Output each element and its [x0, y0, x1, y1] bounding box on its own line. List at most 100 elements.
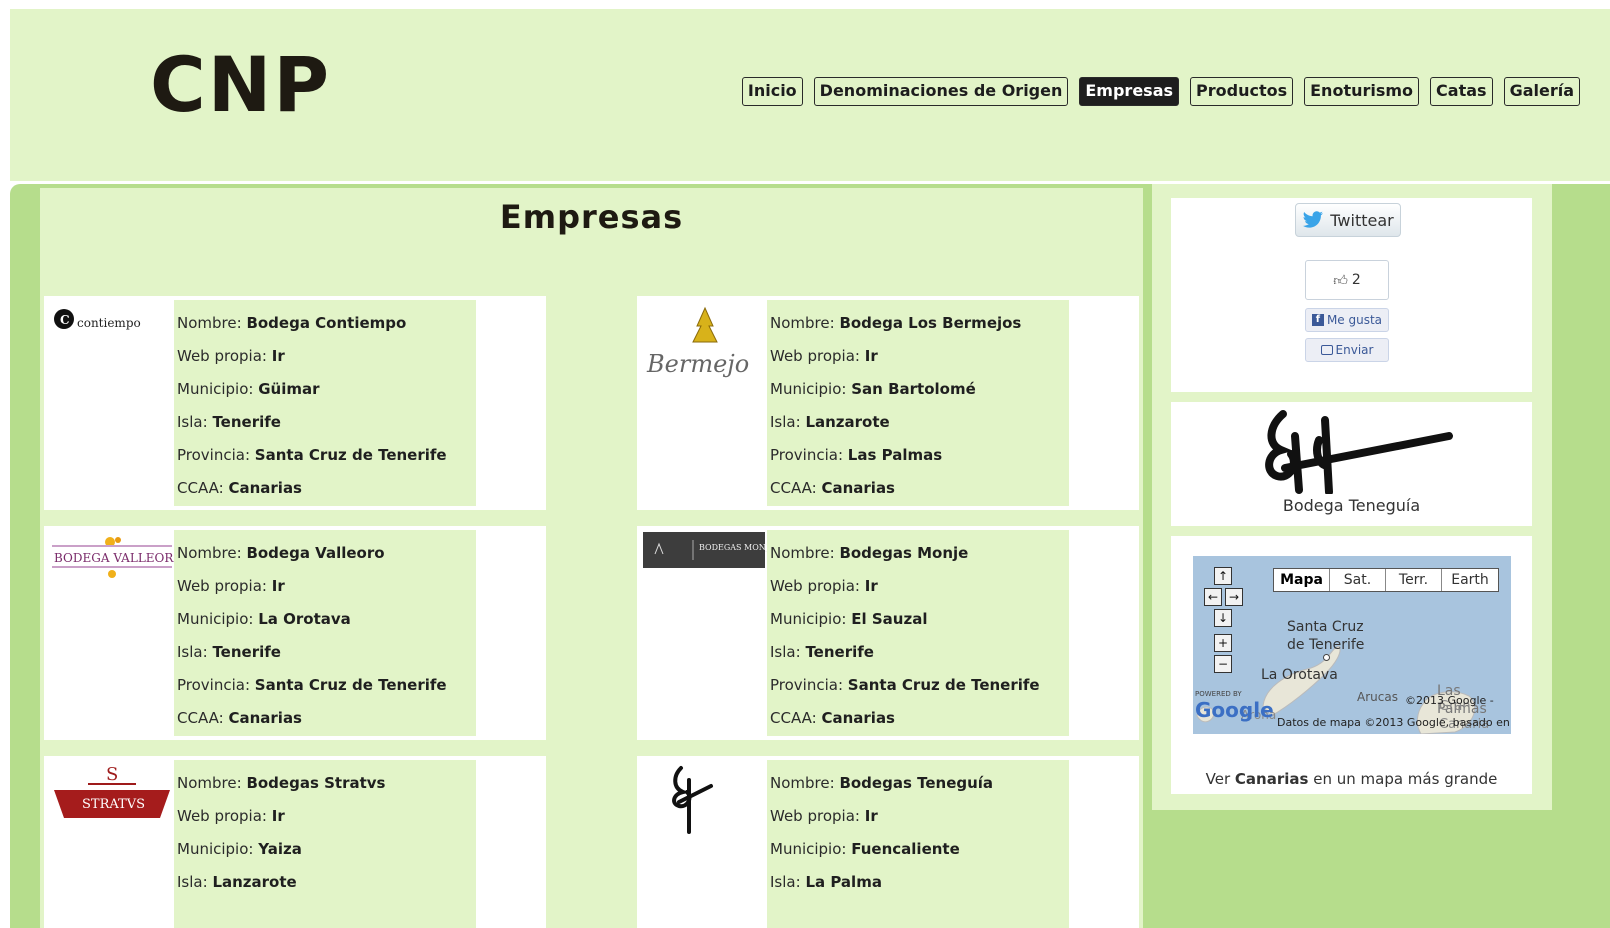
map-label-santa-cruz: Santa Cruz de Tenerife [1287, 619, 1365, 653]
company-logo[interactable]: S STRATVS [50, 762, 174, 832]
map-attribution[interactable]: Datos de mapa ©2013 Google, basado en [1277, 716, 1510, 729]
company-name: Bodegas Stratvs [246, 774, 386, 792]
company-card: BODEGA VALLEORO Nombre: Bodega Valleoro … [44, 526, 546, 740]
map-type-sat[interactable]: Sat. [1330, 569, 1386, 591]
field-label: CCAA: [177, 479, 224, 497]
main-column: Empresas C contiempo Nombre: Bodega Cont… [40, 188, 1143, 928]
company-municipio: La Orotava [258, 610, 351, 628]
field-label: Isla: [177, 873, 208, 891]
twitter-label: Twittear [1330, 210, 1394, 230]
field-label: Municipio: [177, 380, 254, 398]
pan-down-icon[interactable]: ↓ [1214, 609, 1232, 627]
nav-denominaciones[interactable]: Denominaciones de Origen [813, 77, 1069, 106]
pan-left-icon[interactable]: ← [1204, 588, 1222, 606]
company-logo[interactable]: BODEGAS MONJE [643, 532, 775, 612]
field-label: Isla: [770, 873, 801, 891]
nav-inicio[interactable]: Inicio [741, 77, 803, 106]
pan-up-icon[interactable]: ↑ [1214, 567, 1232, 585]
map-widget[interactable]: Mapa Sat. Terr. Earth ↑ ← → ↓ + − Santa … [1193, 556, 1511, 734]
field-label: Web propia: [177, 577, 267, 595]
company-card: Nombre: Bodegas Teneguía Web propia: Ir … [637, 756, 1139, 928]
map-type-terr[interactable]: Terr. [1386, 569, 1442, 591]
company-logo[interactable] [643, 762, 767, 842]
facebook-send-button[interactable]: Enviar [1305, 338, 1389, 362]
field-label: Nombre: [770, 314, 835, 332]
map-type-selector: Mapa Sat. Terr. Earth [1273, 568, 1499, 592]
company-logo-text: BODEGA VALLEORO [54, 551, 174, 565]
field-label: Web propia: [177, 347, 267, 365]
company-logo[interactable]: BODEGA VALLEORO [50, 532, 183, 612]
field-label: Web propia: [177, 807, 267, 825]
like-count-box: 👍︎ 2 [1305, 260, 1389, 300]
bigger-map-link[interactable]: Ver Canarias en un mapa más grande [1171, 770, 1532, 788]
nav-productos[interactable]: Productos [1190, 77, 1294, 106]
field-label: Provincia: [770, 676, 844, 694]
map-label-orotava: La Orotava [1261, 667, 1338, 683]
nav-empresas[interactable]: Empresas [1079, 77, 1180, 106]
company-ccaa: Canarias [821, 709, 895, 727]
company-provincia: Santa Cruz de Tenerife [847, 676, 1040, 694]
site-logo[interactable]: CNP [150, 47, 331, 123]
website-link[interactable]: Ir [865, 807, 878, 825]
company-isla: Tenerife [212, 413, 281, 431]
website-link[interactable]: Ir [272, 347, 285, 365]
send-label: Enviar [1335, 343, 1374, 357]
svg-text:S: S [106, 764, 118, 785]
facebook-icon: f [1311, 314, 1324, 326]
bigger-map-suffix: en un mapa más grande [1313, 770, 1498, 788]
company-municipio: San Bartolomé [851, 380, 976, 398]
company-info: Nombre: Bodega Contiempo Web propia: Ir … [174, 300, 476, 506]
map-powered-by: POWERED BY [1195, 690, 1242, 698]
company-logo[interactable]: Bermejo [643, 302, 767, 392]
field-label: Nombre: [177, 544, 242, 562]
company-info: Nombre: Bodegas Stratvs Web propia: Ir M… [174, 760, 476, 928]
featured-winery-name: Bodega Teneguía [1282, 496, 1421, 515]
nav-galeria[interactable]: Galería [1503, 77, 1580, 106]
website-link[interactable]: Ir [272, 577, 285, 595]
main-nav: Inicio Denominaciones de Origen Empresas… [741, 77, 1580, 106]
thumbs-up-icon: 👍︎ [1333, 272, 1348, 289]
zoom-out-icon[interactable]: − [1214, 655, 1232, 673]
website-link[interactable]: Ir [272, 807, 285, 825]
site-header: CNP Inicio Denominaciones de Origen Empr… [10, 9, 1610, 181]
company-name: Bodegas Monje [839, 544, 969, 562]
website-link[interactable]: Ir [865, 347, 878, 365]
pan-right-icon[interactable]: → [1225, 588, 1243, 606]
field-label: Nombre: [177, 314, 242, 332]
company-ccaa: Canarias [821, 479, 895, 497]
company-logo-text: BODEGAS MONJE [699, 543, 767, 552]
company-provincia: Santa Cruz de Tenerife [254, 676, 447, 694]
zoom-in-icon[interactable]: + [1214, 634, 1232, 652]
map-copyright: ©2013 Google - [1405, 694, 1494, 707]
nav-enoturismo[interactable]: Enoturismo [1304, 77, 1420, 106]
company-isla: La Palma [805, 873, 882, 891]
map-type-earth[interactable]: Earth [1442, 569, 1498, 591]
company-isla: Tenerife [805, 643, 874, 661]
social-box: Twittear 👍︎ 2 f Me gusta Enviar [1171, 198, 1532, 392]
google-logo[interactable]: Google [1195, 698, 1274, 722]
twitter-button[interactable]: Twittear [1295, 203, 1401, 237]
field-label: Isla: [770, 643, 801, 661]
map-type-mapa[interactable]: Mapa [1274, 569, 1330, 591]
company-info: Nombre: Bodegas Teneguía Web propia: Ir … [767, 760, 1069, 928]
nav-catas[interactable]: Catas [1430, 77, 1493, 106]
company-isla: Tenerife [212, 643, 281, 661]
company-name: Bodega Valleoro [246, 544, 385, 562]
like-label: Me gusta [1326, 313, 1383, 327]
facebook-like-button[interactable]: f Me gusta [1305, 308, 1389, 332]
company-card: C contiempo Nombre: Bodega Contiempo Web… [44, 296, 546, 510]
company-logo[interactable]: C contiempo [50, 302, 174, 382]
map-city-marker [1323, 654, 1330, 661]
company-name: Bodega Contiempo [246, 314, 407, 332]
field-label: Nombre: [177, 774, 242, 792]
company-provincia: Las Palmas [847, 446, 943, 464]
field-label: Nombre: [770, 774, 835, 792]
featured-winery-logo[interactable] [1259, 406, 1459, 494]
like-count: 2 [1351, 272, 1361, 288]
field-label: Isla: [177, 643, 208, 661]
company-info: Nombre: Bodega Valleoro Web propia: Ir M… [174, 530, 476, 736]
website-link[interactable]: Ir [865, 577, 878, 595]
field-label: CCAA: [770, 709, 817, 727]
company-logo-text: STRATVS [82, 797, 145, 812]
field-label: Municipio: [177, 610, 254, 628]
